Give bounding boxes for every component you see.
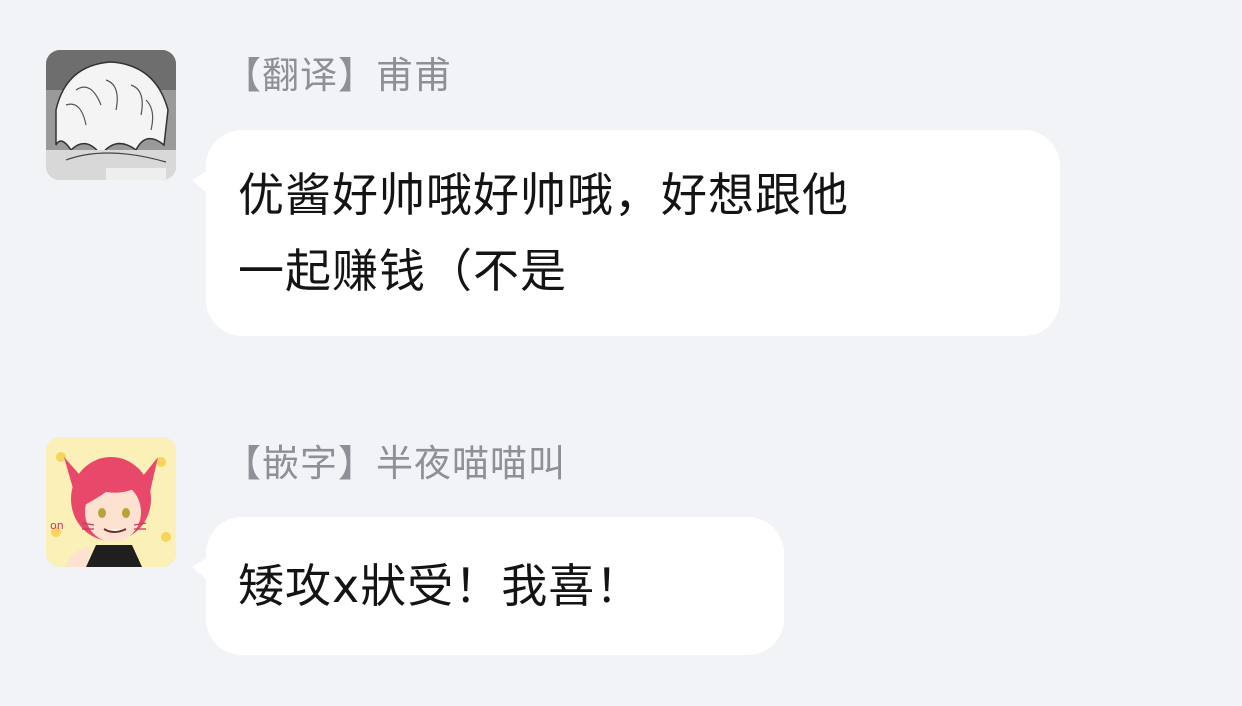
message-bubble[interactable]: 优酱好帅哦好帅哦，好想跟他 一起赚钱（不是 [192,130,1060,336]
manga-avatar-image [46,50,176,180]
message-text-line: 优酱好帅哦好帅哦，好想跟他 [238,168,849,222]
message-text-line: 一起赚钱（不是 [238,244,567,298]
message-text-line: 矮攻x狀受！我喜！ [238,559,643,613]
avatar[interactable] [46,50,176,180]
avatar[interactable]: on [46,437,176,567]
message-bubble[interactable]: 矮攻x狀受！我喜！ [192,517,784,655]
svg-text:on: on [50,519,64,532]
sender-name: 【嵌字】半夜喵喵叫 [224,442,566,485]
sender-name: 【翻译】甫甫 [224,54,452,97]
cat-ear-avatar-image: on [46,437,176,567]
